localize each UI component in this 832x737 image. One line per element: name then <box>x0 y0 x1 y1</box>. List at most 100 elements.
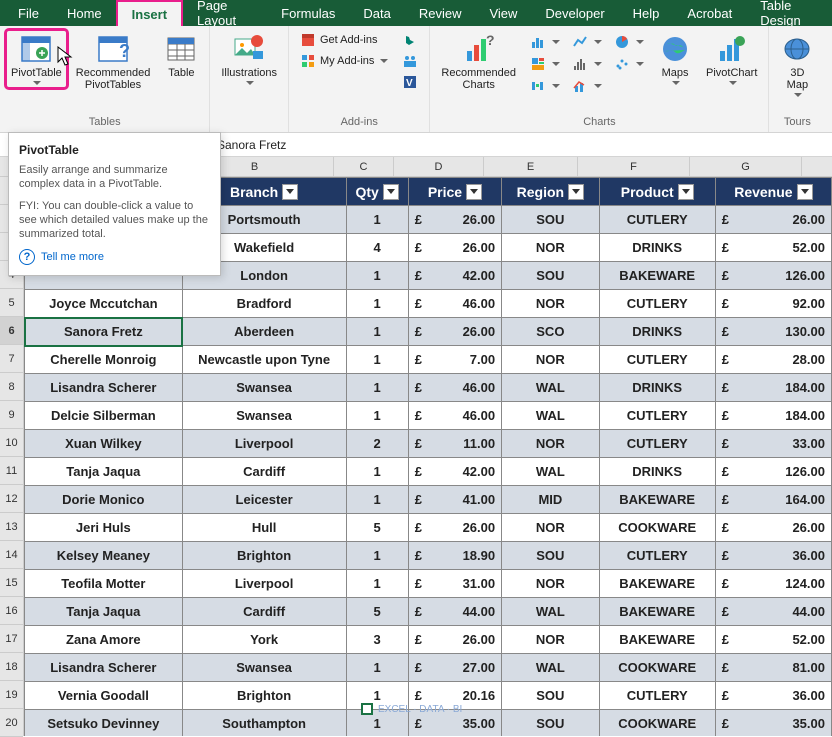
cell[interactable]: DRINKS <box>599 318 715 346</box>
cell[interactable]: 1 <box>346 402 408 430</box>
filter-icon[interactable] <box>466 184 482 200</box>
cell[interactable]: £26.00 <box>408 514 501 542</box>
cell[interactable]: BAKEWARE <box>599 486 715 514</box>
cell[interactable]: COOKWARE <box>599 514 715 542</box>
cell[interactable]: £36.00 <box>715 542 831 570</box>
col-header-C[interactable]: C <box>334 157 394 176</box>
header-cell[interactable]: Revenue <box>715 178 831 206</box>
cell[interactable]: £52.00 <box>715 626 831 654</box>
cell[interactable]: 1 <box>346 570 408 598</box>
cell[interactable]: £35.00 <box>715 710 831 737</box>
tab-data[interactable]: Data <box>349 0 404 26</box>
cell[interactable]: Brighton <box>182 542 346 570</box>
cell[interactable]: 1 <box>346 458 408 486</box>
cell[interactable]: 5 <box>346 514 408 542</box>
cell[interactable]: Setsuko Devinney <box>25 710 183 737</box>
cell[interactable]: WAL <box>502 402 600 430</box>
cell[interactable]: WAL <box>502 374 600 402</box>
hierarchy-chart-button[interactable] <box>525 54 565 74</box>
cell[interactable]: £26.00 <box>715 206 831 234</box>
recommended-pivottables-button[interactable]: ? Recommended PivotTables <box>71 30 156 94</box>
header-cell[interactable]: Price <box>408 178 501 206</box>
cell[interactable]: CUTLERY <box>599 682 715 710</box>
tab-file[interactable]: File <box>0 0 53 26</box>
cell[interactable]: Newcastle upon Tyne <box>182 346 346 374</box>
cell[interactable]: Liverpool <box>182 570 346 598</box>
cell[interactable]: 3 <box>346 626 408 654</box>
col-header-D[interactable]: D <box>394 157 484 176</box>
cell[interactable]: Leicester <box>182 486 346 514</box>
cell[interactable]: COOKWARE <box>599 710 715 737</box>
row-header-7[interactable]: 7 <box>0 345 23 373</box>
col-header-E[interactable]: E <box>484 157 578 176</box>
col-header-G[interactable]: G <box>690 157 802 176</box>
cell[interactable]: WAL <box>502 598 600 626</box>
header-cell[interactable]: Region <box>502 178 600 206</box>
cell[interactable]: Liverpool <box>182 430 346 458</box>
cell[interactable]: Sanora Fretz <box>25 318 183 346</box>
cell[interactable]: NOR <box>502 626 600 654</box>
cell[interactable]: Cardiff <box>182 598 346 626</box>
cell[interactable]: Jeri Huls <box>25 514 183 542</box>
pivotchart-button[interactable]: PivotChart <box>701 30 762 88</box>
cell[interactable]: Cardiff <box>182 458 346 486</box>
filter-icon[interactable] <box>383 184 399 200</box>
cell[interactable]: £31.00 <box>408 570 501 598</box>
cell[interactable]: £46.00 <box>408 290 501 318</box>
tab-page-layout[interactable]: Page Layout <box>183 0 267 26</box>
illustrations-button[interactable]: Illustrations <box>216 30 282 88</box>
cell[interactable]: Lisandra Scherer <box>25 654 183 682</box>
cell[interactable]: £28.00 <box>715 346 831 374</box>
cell[interactable]: Joyce Mccutchan <box>25 290 183 318</box>
cell[interactable]: Kelsey Meaney <box>25 542 183 570</box>
tab-help[interactable]: Help <box>619 0 674 26</box>
cell[interactable]: NOR <box>502 514 600 542</box>
cell[interactable]: £36.00 <box>715 682 831 710</box>
tab-developer[interactable]: Developer <box>531 0 618 26</box>
statistic-chart-button[interactable] <box>567 54 607 74</box>
cell[interactable]: £18.90 <box>408 542 501 570</box>
cell[interactable]: £164.00 <box>715 486 831 514</box>
cell[interactable]: £46.00 <box>408 402 501 430</box>
cell[interactable]: BAKEWARE <box>599 262 715 290</box>
row-header-11[interactable]: 11 <box>0 457 23 485</box>
tab-home[interactable]: Home <box>53 0 116 26</box>
cell[interactable]: 1 <box>346 486 408 514</box>
cell[interactable]: Zana Amore <box>25 626 183 654</box>
cell[interactable]: BAKEWARE <box>599 598 715 626</box>
bing-maps-button[interactable] <box>397 30 423 50</box>
3d-map-button[interactable]: 3D Map <box>775 30 819 100</box>
cell[interactable]: DRINKS <box>599 234 715 262</box>
row-header-5[interactable]: 5 <box>0 289 23 317</box>
cell[interactable]: 1 <box>346 290 408 318</box>
cell[interactable]: £52.00 <box>715 234 831 262</box>
get-addins-button[interactable]: Get Add-ins <box>295 30 393 50</box>
cell[interactable]: 1 <box>346 654 408 682</box>
formula-value[interactable]: Sanora Fretz <box>209 138 832 152</box>
cell[interactable]: £11.00 <box>408 430 501 458</box>
cell[interactable]: CUTLERY <box>599 206 715 234</box>
row-header-8[interactable]: 8 <box>0 373 23 401</box>
cell[interactable]: Aberdeen <box>182 318 346 346</box>
cell[interactable]: NOR <box>502 346 600 374</box>
cell[interactable]: Bradford <box>182 290 346 318</box>
cell[interactable]: Hull <box>182 514 346 542</box>
people-graph-button[interactable] <box>397 51 423 71</box>
cell[interactable]: 5 <box>346 598 408 626</box>
cell[interactable]: Brighton <box>182 682 346 710</box>
cell[interactable]: £184.00 <box>715 402 831 430</box>
row-header-14[interactable]: 14 <box>0 541 23 569</box>
cell[interactable]: 1 <box>346 346 408 374</box>
row-header-19[interactable]: 19 <box>0 681 23 709</box>
cell[interactable]: DRINKS <box>599 374 715 402</box>
pie-chart-button[interactable] <box>609 32 649 52</box>
cell[interactable]: £126.00 <box>715 262 831 290</box>
filter-icon[interactable] <box>568 184 584 200</box>
waterfall-chart-button[interactable] <box>525 76 565 96</box>
row-header-9[interactable]: 9 <box>0 401 23 429</box>
row-header-12[interactable]: 12 <box>0 485 23 513</box>
cell[interactable]: SOU <box>502 206 600 234</box>
filter-icon[interactable] <box>797 184 813 200</box>
tab-view[interactable]: View <box>475 0 531 26</box>
cell[interactable]: 1 <box>346 262 408 290</box>
